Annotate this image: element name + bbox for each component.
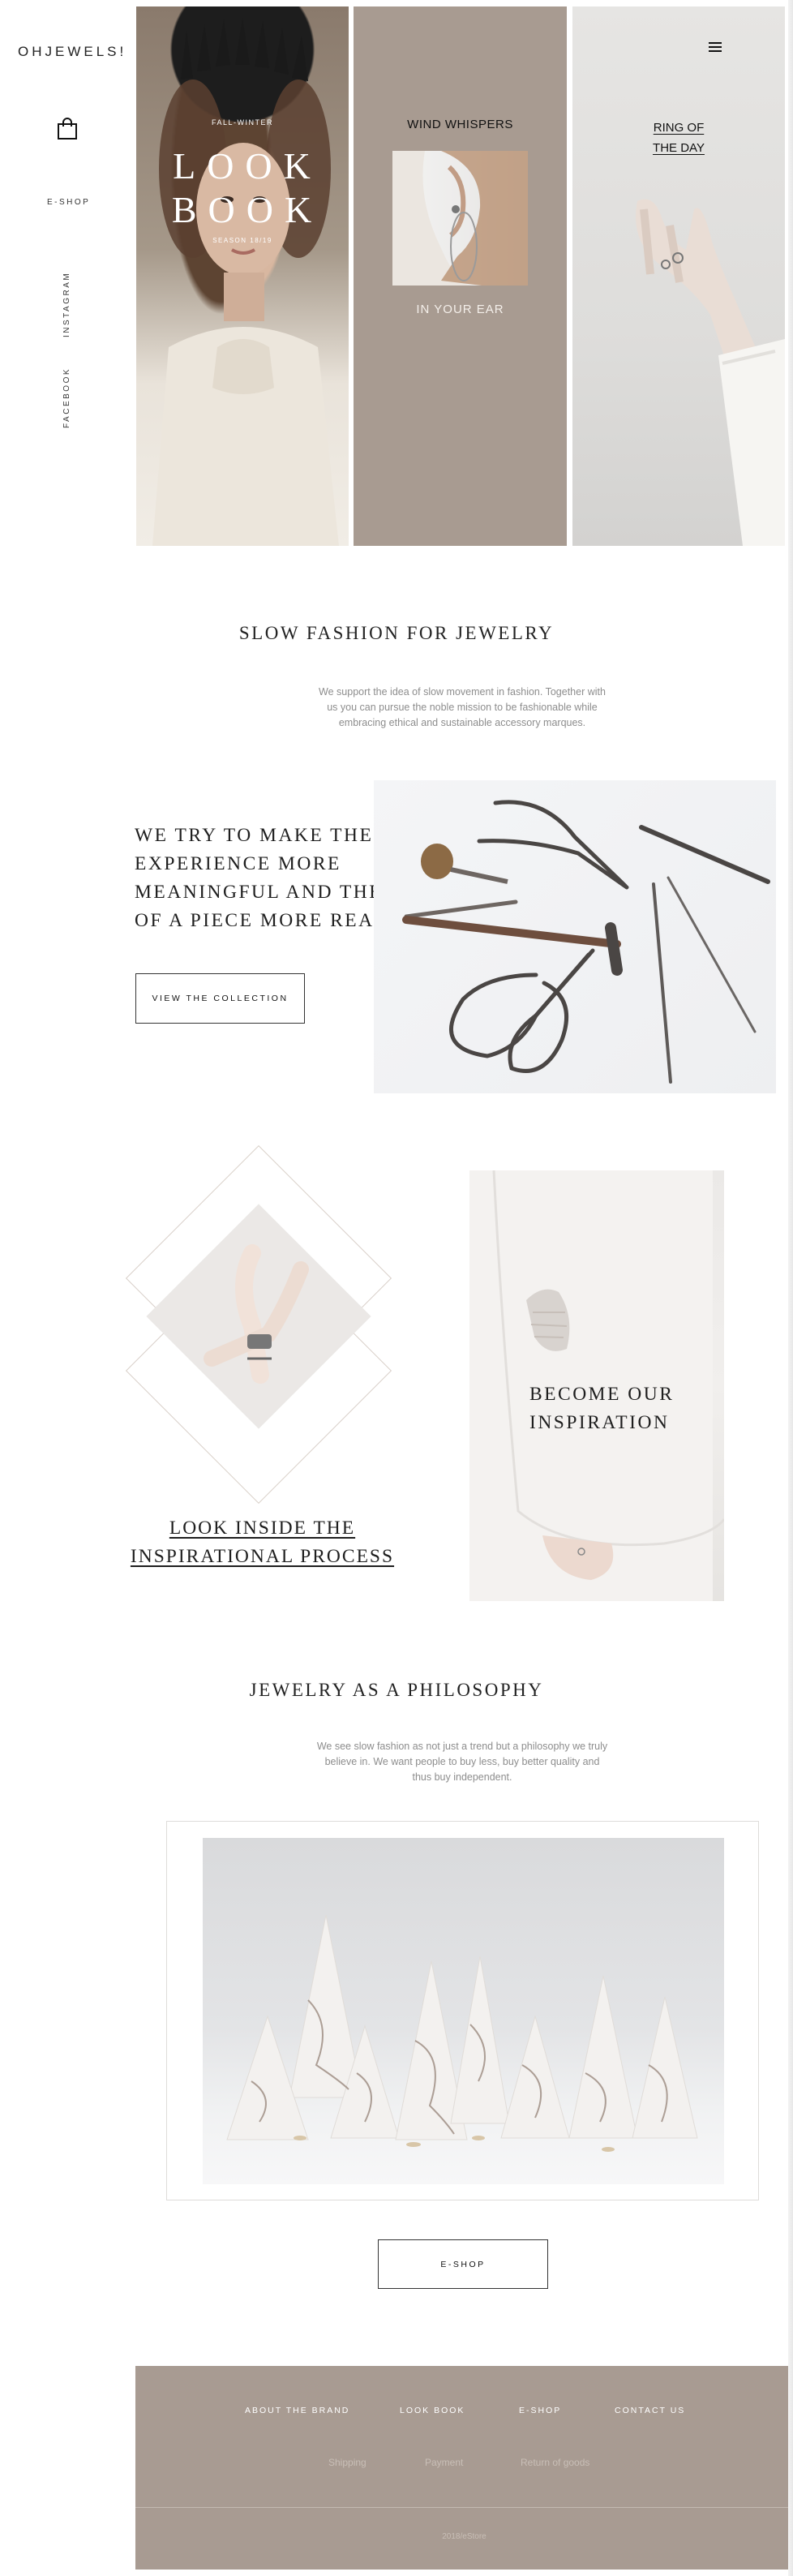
philosophy-line-2: believe in. We want people to buy less, … [324,1756,600,1767]
slow-fashion-line-3: embracing ethical and sustainable access… [338,717,586,728]
philosophy-paragraph: We see slow fashion as not just a trend … [235,1739,689,1785]
eshop-button[interactable]: E-SHOP [378,2239,548,2289]
ring-of-the-day-panel[interactable]: RING OF THE DAY [572,6,785,546]
footer-link-returns[interactable]: Return of goods [521,2457,589,2468]
sweater-photo[interactable]: BECOME OUR INSPIRATION [469,1170,724,1601]
philosophy-line-3: thus buy independent. [412,1771,512,1783]
tools-photo [374,780,776,1093]
footer-divider [135,2507,793,2508]
brand-logo[interactable]: OHJEWELS! [18,44,126,60]
hands-illustration [204,1244,309,1384]
rail-instagram-link[interactable]: INSTAGRAM [62,272,71,337]
footer-link-eshop[interactable]: E-SHOP [519,2406,561,2415]
hand-ring-illustration [636,199,785,546]
lookbook-title-line-2: BOOK [171,189,324,230]
wind-whispers-title: WIND WHISPERS [407,118,513,131]
footer-copyright: 2018/eStore [442,2532,487,2541]
footer-link-shipping[interactable]: Shipping [328,2457,366,2468]
slow-fashion-line-1: We support the idea of slow movement in … [319,686,606,698]
slow-fashion-paragraph: We support the idea of slow movement in … [243,685,681,731]
marble-cones-photo [203,1838,724,2184]
footer-link-lookbook[interactable]: LOOK BOOK [400,2406,465,2415]
shopping-bag-icon[interactable] [57,118,78,140]
ring-of-the-day-title-1: RING OF [653,121,705,135]
footer-link-payment[interactable]: Payment [425,2457,463,2468]
slow-fashion-line-2: us you can pursue the noble mission to b… [327,702,598,713]
inspirational-process-line-2: INSPIRATIONAL PROCESS [130,1546,395,1567]
lookbook-panel[interactable]: FALL-WINTER LOOK BOOK SEASON 18/19 [136,6,349,546]
marble-cones-illustration [226,1914,698,2152]
become-inspiration-line-1: BECOME OUR [529,1384,675,1405]
lookbook-portrait-illustration [152,18,339,546]
ring-of-the-day-title-2: THE DAY [653,141,705,155]
inspirational-process-line-1: LOOK INSIDE THE [169,1518,356,1539]
philosophy-line-1: We see slow fashion as not just a trend … [316,1741,608,1752]
slow-fashion-heading: SLOW FASHION FOR JEWELRY [238,623,555,643]
become-inspiration-line-2: INSPIRATION [529,1412,670,1433]
view-collection-button[interactable]: VIEW THE COLLECTION [135,973,305,1024]
inspirational-process-link[interactable]: LOOK INSIDE THE INSPIRATIONAL PROCESS [126,1514,398,1571]
menu-icon[interactable] [709,42,722,54]
rail-facebook-link[interactable]: FACEBOOK [62,367,71,428]
lookbook-title-line-1: LOOK [173,145,322,187]
philosophy-heading: JEWELRY AS A PHILOSOPHY [249,1680,544,1700]
page-edge [788,0,793,2576]
rail-eshop-link[interactable]: E-SHOP [47,198,90,207]
earring-photo [392,151,528,286]
lookbook-season-bottom: SEASON 18/19 [212,237,272,244]
jewelry-tools-illustration [402,800,770,1084]
wind-whispers-subtitle: IN YOUR EAR [416,303,504,316]
become-inspiration-text: BECOME OUR INSPIRATION [529,1380,674,1437]
footer-link-about[interactable]: ABOUT THE BRAND [245,2406,349,2415]
lookbook-season-top: FALL-WINTER [211,118,273,127]
footer-link-contact[interactable]: CONTACT US [615,2406,685,2415]
earring-illustration [392,151,528,286]
